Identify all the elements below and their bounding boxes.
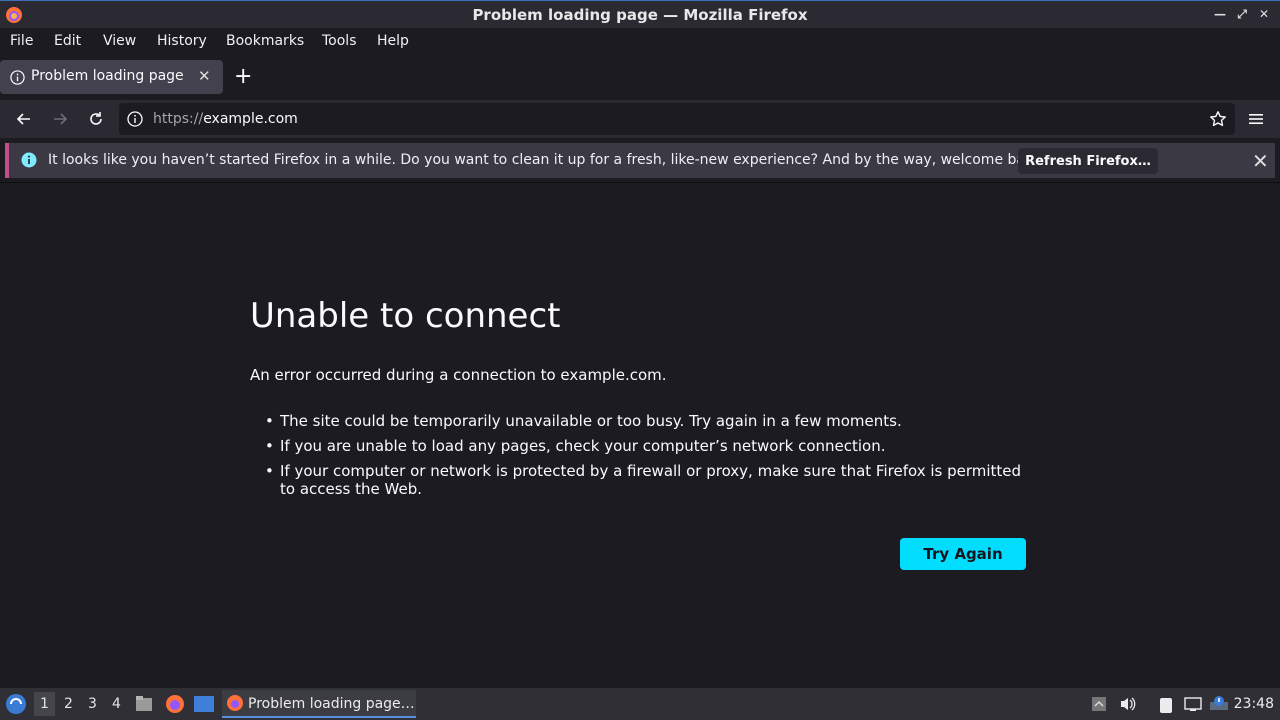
terminal-icon[interactable] xyxy=(193,694,215,714)
clipboard-icon[interactable] xyxy=(1157,696,1175,714)
new-tab-button[interactable]: + xyxy=(234,63,252,91)
site-info-icon[interactable] xyxy=(127,111,143,127)
url-text[interactable]: https://example.com xyxy=(153,111,298,127)
file-manager-icon[interactable] xyxy=(134,694,154,714)
menu-edit[interactable]: Edit xyxy=(54,33,81,49)
menu-bar: File Edit View History Bookmarks Tools H… xyxy=(0,28,1280,54)
list-item: If your computer or network is protected… xyxy=(265,462,1030,498)
try-again-button[interactable]: Try Again xyxy=(900,538,1026,570)
close-notification-icon[interactable]: ✕ xyxy=(1252,149,1269,173)
error-description: An error occurred during a connection to… xyxy=(250,366,667,384)
error-suggestions: The site could be temporarily unavailabl… xyxy=(250,412,1030,505)
menu-view[interactable]: View xyxy=(103,33,136,49)
start-menu-icon[interactable] xyxy=(5,693,27,715)
url-bar[interactable]: https://example.com xyxy=(119,103,1235,135)
firefox-window-icon xyxy=(227,695,243,711)
url-scheme: https:// xyxy=(153,111,204,127)
workspace-4[interactable]: 4 xyxy=(112,696,121,712)
network-icon[interactable] xyxy=(1184,696,1202,712)
taskbar-window-label: Problem loading page… xyxy=(248,696,415,712)
refresh-firefox-button[interactable]: Refresh Firefox… xyxy=(1018,148,1158,174)
workspace-2[interactable]: 2 xyxy=(64,696,73,712)
maximize-button[interactable]: ⤢ xyxy=(1234,5,1250,23)
menu-tools[interactable]: Tools xyxy=(322,33,357,49)
menu-help[interactable]: Help xyxy=(377,33,409,49)
notification-text: It looks like you haven’t started Firefo… xyxy=(48,152,1047,168)
menu-bookmarks[interactable]: Bookmarks xyxy=(226,33,304,49)
minimize-button[interactable]: — xyxy=(1212,5,1228,23)
arrow-left-icon xyxy=(16,113,30,125)
volume-icon[interactable] xyxy=(1119,696,1137,712)
window-title: Problem loading page — Mozilla Firefox xyxy=(472,6,808,24)
error-title: Unable to connect xyxy=(250,296,561,336)
refresh-notification-bar: It looks like you haven’t started Firefo… xyxy=(5,143,1275,178)
update-notifier-icon[interactable] xyxy=(1210,696,1228,712)
reload-button[interactable] xyxy=(85,108,107,130)
bookmark-star-icon[interactable] xyxy=(1209,110,1227,128)
arrow-right-icon xyxy=(54,113,68,125)
window-titlebar: Problem loading page — Mozilla Firefox —… xyxy=(0,0,1280,28)
firefox-launcher-icon[interactable] xyxy=(164,693,186,715)
tray-expand-icon[interactable] xyxy=(1091,696,1107,712)
tab-title: Problem loading page xyxy=(31,68,184,84)
notification-info-icon xyxy=(21,152,37,168)
url-host: example.com xyxy=(203,111,298,127)
workspace-3[interactable]: 3 xyxy=(88,696,97,712)
list-item: The site could be temporarily unavailabl… xyxy=(265,412,1030,430)
menu-file[interactable]: File xyxy=(10,33,33,49)
taskbar-window-firefox[interactable]: Problem loading page… xyxy=(222,690,416,718)
app-menu-icon[interactable] xyxy=(1246,109,1266,129)
forward-button[interactable] xyxy=(49,108,71,130)
menu-history[interactable]: History xyxy=(157,33,207,49)
clock: 23:48 xyxy=(1233,696,1274,712)
reload-icon xyxy=(90,112,102,125)
back-button[interactable] xyxy=(13,108,35,130)
info-icon xyxy=(10,70,25,85)
tab-bar: Problem loading page ✕ + xyxy=(0,56,1280,100)
taskbar: 1 2 3 4 Problem loading page… 23:48 xyxy=(0,688,1280,720)
list-item: If you are unable to load any pages, che… xyxy=(265,437,1030,455)
navigation-bar: https://example.com xyxy=(0,100,1280,138)
tab-problem-loading[interactable]: Problem loading page ✕ xyxy=(0,60,223,94)
workspace-1[interactable]: 1 xyxy=(34,692,55,716)
close-tab-icon[interactable]: ✕ xyxy=(198,67,211,85)
close-window-button[interactable]: ✕ xyxy=(1256,5,1272,23)
content-separator xyxy=(0,182,1280,183)
